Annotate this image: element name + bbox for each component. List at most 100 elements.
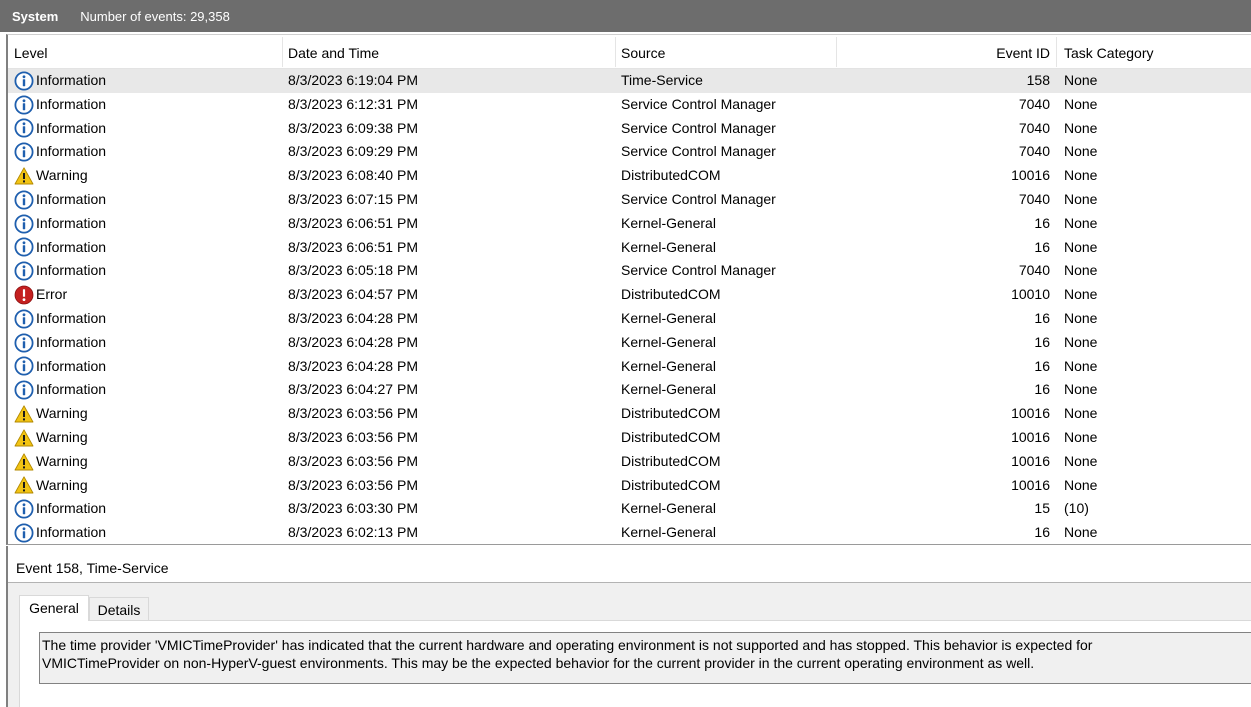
column-header-level[interactable]: Level <box>14 35 47 69</box>
column-header-task-category[interactable]: Task Category <box>1064 35 1153 69</box>
cell-source: Kernel-General <box>621 214 716 231</box>
event-row[interactable]: Information 8/3/2023 6:09:38 PM Service Co… <box>8 117 1251 141</box>
column-header-event-id[interactable]: Event ID <box>848 35 1050 69</box>
event-row[interactable]: Information 8/3/2023 6:06:51 PM Kernel-Gen… <box>8 236 1251 260</box>
column-divider[interactable] <box>1056 37 1057 67</box>
event-row[interactable]: Warning 8/3/2023 6:03:56 PM DistributedCOM… <box>8 402 1251 426</box>
cell-source: Kernel-General <box>621 238 716 255</box>
cell-date: 8/3/2023 6:04:28 PM <box>288 309 418 326</box>
info-icon <box>14 118 34 138</box>
cell-event-id: 10016 <box>1011 167 1050 184</box>
cell-task-category: None <box>1064 381 1098 398</box>
cell-source: Kernel-General <box>621 500 716 517</box>
cell-source: Kernel-General <box>621 357 716 374</box>
info-icon <box>14 333 34 353</box>
cell-task-category: None <box>1064 333 1098 350</box>
info-icon <box>14 499 34 519</box>
cell-date: 8/3/2023 6:04:28 PM <box>288 357 418 374</box>
cell-level: Warning <box>14 426 88 450</box>
cell-level: Warning <box>14 402 88 426</box>
event-row[interactable]: Information 8/3/2023 6:07:15 PM Service Co… <box>8 188 1251 212</box>
cell-task-category: None <box>1064 119 1098 136</box>
event-row[interactable]: Information 8/3/2023 6:04:27 PM Kernel-Gen… <box>8 378 1251 402</box>
cell-date: 8/3/2023 6:07:15 PM <box>288 190 418 207</box>
cell-event-id: 7040 <box>1018 95 1050 112</box>
event-row[interactable]: Information 8/3/2023 6:02:13 PM Kernel-Gen… <box>8 521 1251 544</box>
event-row[interactable]: Information 8/3/2023 6:03:30 PM Kernel-Gen… <box>8 497 1251 521</box>
cell-level: Information <box>14 117 106 141</box>
cell-event-id: 16 <box>1034 333 1050 350</box>
cell-date: 8/3/2023 6:03:56 PM <box>288 405 418 422</box>
cell-source: Service Control Manager <box>621 190 776 207</box>
cell-source: Time-Service <box>621 72 703 88</box>
info-icon <box>14 71 34 91</box>
event-row[interactable]: Error 8/3/2023 6:04:57 PM DistributedCOM 10… <box>8 283 1251 307</box>
level-text: Information <box>36 524 107 541</box>
column-divider[interactable] <box>282 37 283 67</box>
level-text: Information <box>36 190 107 207</box>
cell-task-category: None <box>1064 190 1098 207</box>
level-text: Information <box>36 381 107 398</box>
event-row[interactable]: Information 8/3/2023 6:04:28 PM Kernel-Gen… <box>8 307 1251 331</box>
cell-source: DistributedCOM <box>621 405 721 422</box>
level-text: Warning <box>36 405 88 422</box>
event-row[interactable]: Information 8/3/2023 6:04:28 PM Kernel-Gen… <box>8 355 1251 379</box>
level-text: Information <box>36 357 107 374</box>
info-icon <box>14 523 34 543</box>
column-header-date[interactable]: Date and Time <box>288 35 379 69</box>
cell-level: Information <box>14 378 106 402</box>
event-row[interactable]: Information 8/3/2023 6:06:51 PM Kernel-Gen… <box>8 212 1251 236</box>
cell-source: DistributedCOM <box>621 167 721 184</box>
level-text: Warning <box>36 167 88 184</box>
event-row[interactable]: Information 8/3/2023 6:05:18 PM Service Co… <box>8 259 1251 283</box>
cell-task-category: None <box>1064 262 1098 279</box>
cell-level: Warning <box>14 474 88 498</box>
column-header-source[interactable]: Source <box>621 35 665 69</box>
cell-event-id: 10016 <box>1011 405 1050 422</box>
cell-source: Kernel-General <box>621 309 716 326</box>
cell-event-id: 10016 <box>1011 476 1050 493</box>
event-list[interactable]: Level Date and Time Source Event ID Task… <box>6 34 1251 545</box>
cell-date: 8/3/2023 6:06:51 PM <box>288 238 418 255</box>
cell-task-category: None <box>1064 214 1098 231</box>
column-divider[interactable] <box>615 37 616 67</box>
detail-tab-area: General Details The time provider 'VMICT… <box>8 583 1251 707</box>
cell-date: 8/3/2023 6:12:31 PM <box>288 95 418 112</box>
level-text: Warning <box>36 428 88 445</box>
info-icon <box>14 190 34 210</box>
event-row[interactable]: Warning 8/3/2023 6:03:56 PM DistributedCOM… <box>8 450 1251 474</box>
event-row[interactable]: Warning 8/3/2023 6:03:56 PM DistributedCOM… <box>8 426 1251 450</box>
cell-task-category: None <box>1064 357 1098 374</box>
cell-date: 8/3/2023 6:03:56 PM <box>288 476 418 493</box>
event-row[interactable]: Warning 8/3/2023 6:08:40 PM DistributedCOM… <box>8 164 1251 188</box>
event-row[interactable]: Information 8/3/2023 6:09:29 PM Service Co… <box>8 140 1251 164</box>
tab-general[interactable]: General <box>19 595 89 621</box>
cell-source: Service Control Manager <box>621 95 776 112</box>
event-row[interactable]: Warning 8/3/2023 6:03:56 PM DistributedCOM… <box>8 474 1251 498</box>
column-divider[interactable] <box>836 37 837 67</box>
tab-details[interactable]: Details <box>89 597 149 621</box>
cell-level: Information <box>14 212 106 236</box>
warning-icon <box>14 452 34 472</box>
level-text: Information <box>36 214 107 231</box>
event-row[interactable]: Information 8/3/2023 6:19:04 PM Time-Servi… <box>8 69 1251 93</box>
cell-source: Service Control Manager <box>621 143 776 160</box>
cell-task-category: None <box>1064 476 1098 493</box>
cell-source: Service Control Manager <box>621 119 776 136</box>
cell-level: Information <box>14 93 106 117</box>
cell-source: DistributedCOM <box>621 452 721 469</box>
cell-source: DistributedCOM <box>621 476 721 493</box>
level-text: Information <box>36 119 107 136</box>
level-text: Warning <box>36 476 88 493</box>
cell-event-id: 16 <box>1034 381 1050 398</box>
cell-source: Service Control Manager <box>621 262 776 279</box>
event-row[interactable]: Information 8/3/2023 6:04:28 PM Kernel-Gen… <box>8 331 1251 355</box>
event-description[interactable]: The time provider 'VMICTimeProvider' has… <box>39 632 1251 684</box>
cell-task-category: None <box>1064 286 1098 303</box>
cell-date: 8/3/2023 6:03:56 PM <box>288 452 418 469</box>
cell-date: 8/3/2023 6:02:13 PM <box>288 524 418 541</box>
event-row[interactable]: Information 8/3/2023 6:12:31 PM Service Co… <box>8 93 1251 117</box>
log-header-bar: System Number of events: 29,358 <box>0 0 1251 32</box>
cell-task-category: None <box>1064 167 1098 184</box>
cell-event-id: 15 <box>1034 500 1050 517</box>
